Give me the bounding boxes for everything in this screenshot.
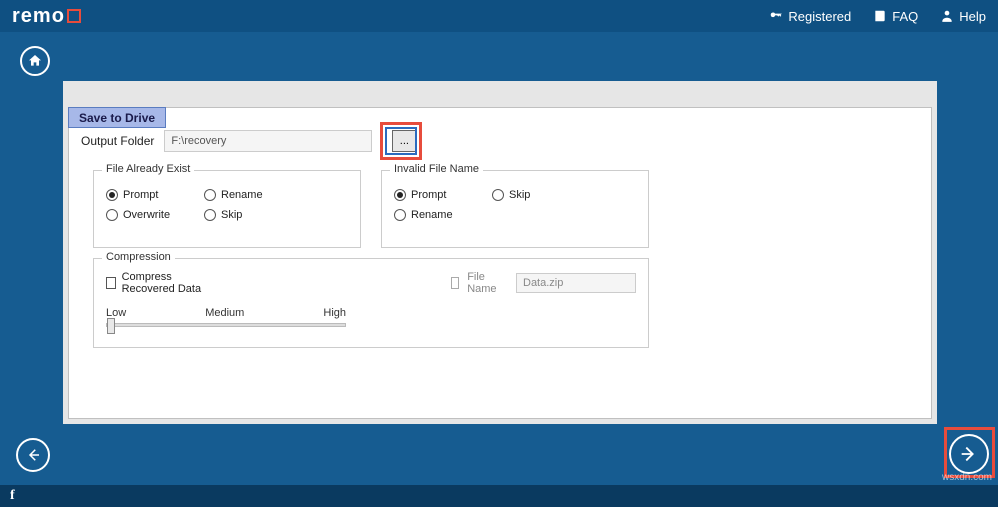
group-compression: Compression Compress Recovered Data File… [93, 258, 649, 348]
top-links: Registered FAQ Help [769, 9, 986, 24]
radio-fae-skip[interactable]: Skip [204, 209, 282, 221]
comp-title: Compression [102, 251, 175, 263]
help-label: Help [959, 9, 986, 24]
radio-label: Skip [509, 189, 530, 201]
checkbox-box [451, 277, 460, 289]
top-bar: remo Registered FAQ Help [0, 0, 998, 32]
main-panel: Save to Drive Output Folder ... File Alr… [63, 81, 937, 424]
person-icon [940, 9, 954, 23]
facebook-icon[interactable]: f [10, 488, 15, 504]
faq-label: FAQ [892, 9, 918, 24]
group-file-already-exist: File Already Exist Prompt Rename Overwri… [93, 170, 361, 248]
radio-label: Skip [221, 209, 242, 221]
brand-square-icon [67, 9, 81, 23]
radio-label: Overwrite [123, 209, 170, 221]
checkbox-filename: File Name [451, 271, 636, 295]
home-button[interactable] [20, 46, 50, 76]
watermark: wsxdn.com [942, 472, 992, 483]
radio-label: Prompt [123, 189, 158, 201]
registered-label: Registered [788, 9, 851, 24]
arrow-right-icon [958, 443, 980, 465]
brand-logo: remo [12, 5, 81, 28]
bottom-bar: f [0, 485, 998, 507]
checkbox-label: Compress Recovered Data [122, 271, 223, 295]
filename-label: File Name [467, 271, 500, 295]
radio-ifn-skip[interactable]: Skip [492, 189, 570, 201]
registered-link[interactable]: Registered [769, 9, 851, 24]
slider-medium: Medium [205, 307, 244, 319]
brand-text: remo [12, 5, 65, 28]
output-row: Output Folder ... [81, 130, 416, 152]
home-icon [27, 53, 43, 69]
slider-labels: Low Medium High [106, 307, 346, 319]
key-icon [769, 9, 783, 23]
panel-body: Output Folder ... File Already Exist Pro… [68, 107, 932, 419]
output-folder-label: Output Folder [81, 134, 154, 148]
radio-ifn-rename[interactable]: Rename [394, 209, 472, 221]
radio-ifn-prompt[interactable]: Prompt [394, 189, 472, 201]
book-icon [873, 9, 887, 23]
highlight-box-inner [385, 127, 417, 155]
tab-label: Save to Drive [79, 111, 155, 125]
radio-fae-rename[interactable]: Rename [204, 189, 282, 201]
radio-label: Prompt [411, 189, 446, 201]
radio-label: Rename [411, 209, 453, 221]
checkbox-compress[interactable]: Compress Recovered Data [106, 271, 223, 295]
forward-button[interactable] [949, 434, 989, 474]
faq-link[interactable]: FAQ [873, 9, 918, 24]
slider-high: High [323, 307, 346, 319]
back-button[interactable] [16, 438, 50, 472]
radio-label: Rename [221, 189, 263, 201]
slider-thumb[interactable] [107, 318, 115, 334]
tab-save-to-drive[interactable]: Save to Drive [68, 107, 166, 128]
compression-slider[interactable] [106, 323, 346, 327]
radio-fae-overwrite[interactable]: Overwrite [106, 209, 184, 221]
filename-input [516, 273, 636, 293]
help-link[interactable]: Help [940, 9, 986, 24]
radio-fae-prompt[interactable]: Prompt [106, 189, 184, 201]
arrow-left-icon [24, 446, 42, 464]
group-invalid-file-name: Invalid File Name Prompt Skip Rename [381, 170, 649, 248]
fae-title: File Already Exist [102, 163, 194, 175]
output-folder-input[interactable] [164, 130, 372, 152]
ifn-title: Invalid File Name [390, 163, 483, 175]
checkbox-box [106, 277, 116, 289]
